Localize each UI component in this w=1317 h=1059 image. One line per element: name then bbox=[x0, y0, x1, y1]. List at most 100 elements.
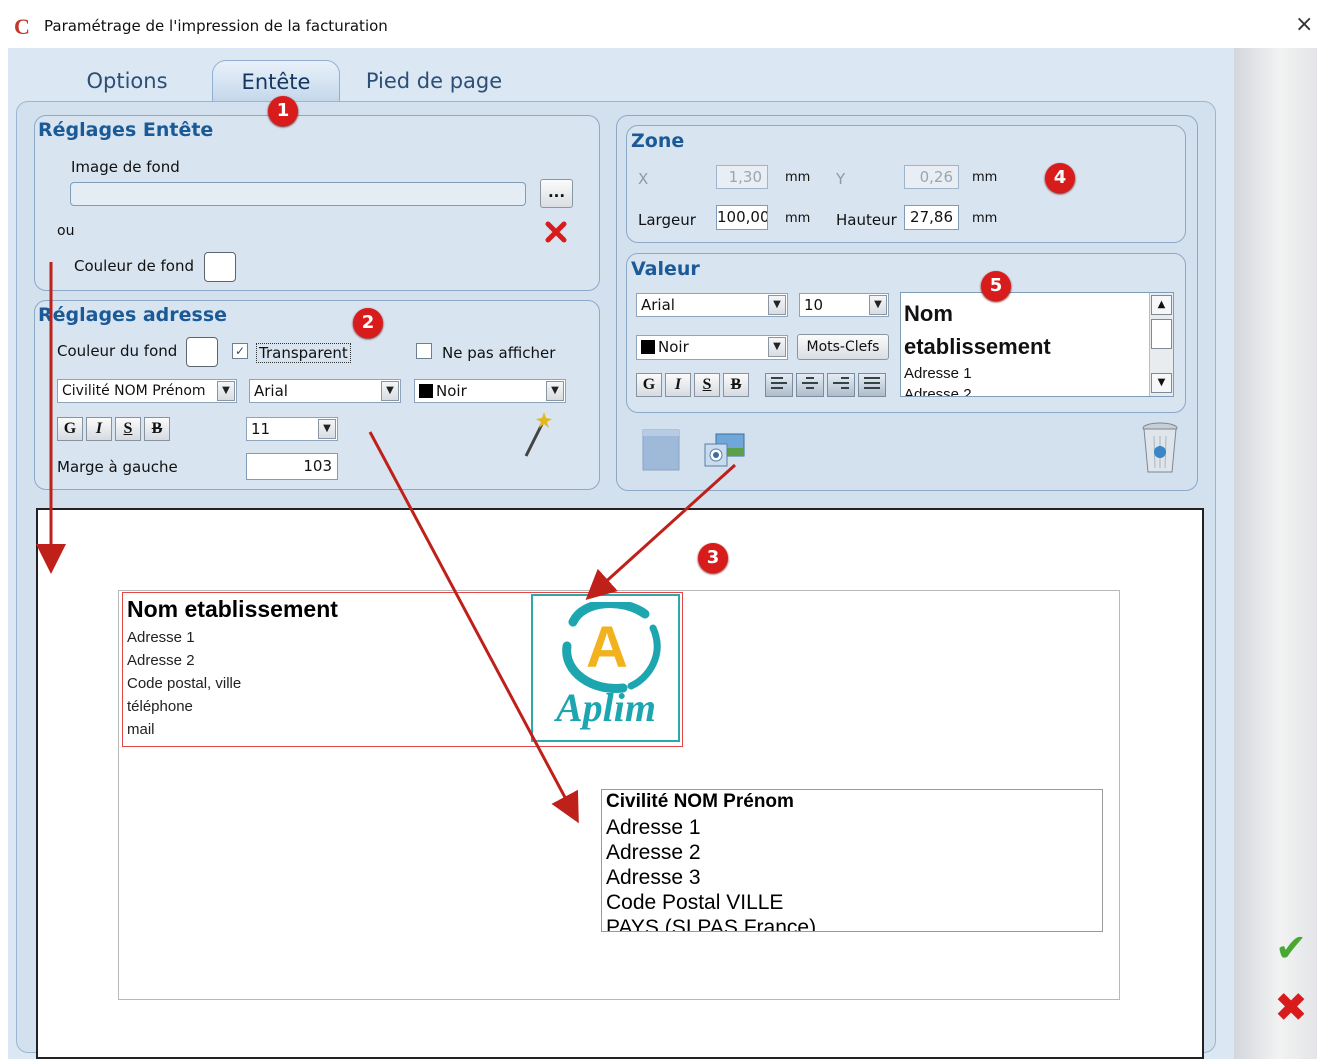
width-label: Largeur bbox=[638, 211, 696, 229]
x-label: X bbox=[638, 170, 649, 188]
left-margin-input[interactable]: 103 bbox=[246, 453, 338, 480]
annotation-badge-3: 3 bbox=[698, 543, 728, 573]
magic-wand-icon[interactable] bbox=[520, 410, 552, 460]
preview-company-name: Nom etablissement bbox=[127, 596, 338, 622]
zone-title: Zone bbox=[631, 130, 685, 152]
align-left-button[interactable] bbox=[765, 373, 793, 397]
value-italic-button[interactable]: I bbox=[665, 373, 691, 397]
address-strike-button[interactable]: B bbox=[144, 417, 170, 441]
value-underline-button[interactable]: S bbox=[694, 373, 720, 397]
browse-image-button[interactable]: ... bbox=[540, 179, 573, 208]
address-color-select[interactable]: Noir ▼ bbox=[414, 379, 566, 403]
annotation-badge-2: 2 bbox=[353, 308, 383, 338]
address-font-select[interactable]: Arial ▼ bbox=[249, 379, 401, 403]
chevron-down-icon: ▼ bbox=[768, 295, 786, 315]
value-line-3: Adresse 1 bbox=[904, 365, 972, 382]
y-unit: mm bbox=[972, 170, 998, 185]
align-right-icon bbox=[828, 377, 854, 389]
validate-check-icon[interactable]: ✔ bbox=[1268, 928, 1314, 968]
align-center-icon bbox=[797, 377, 823, 389]
or-label: ou bbox=[57, 223, 75, 239]
preview-address-line-2: Adresse 1 bbox=[606, 816, 701, 839]
color-swatch-icon bbox=[641, 340, 655, 354]
close-icon[interactable]: × bbox=[1295, 12, 1313, 37]
value-title: Valeur bbox=[631, 258, 700, 280]
y-label: Y bbox=[836, 170, 846, 188]
scroll-down-icon[interactable]: ▼ bbox=[1151, 373, 1172, 393]
add-text-zone-icon[interactable] bbox=[641, 428, 681, 472]
background-image-field[interactable] bbox=[70, 182, 526, 206]
preview-company-line-4: téléphone bbox=[127, 698, 193, 715]
address-font-value: Arial bbox=[254, 382, 288, 400]
action-side-panel bbox=[1234, 48, 1317, 1059]
delete-image-icon[interactable] bbox=[543, 219, 569, 245]
transparent-checkbox[interactable]: ✓ bbox=[232, 343, 248, 359]
company-logo[interactable]: A Aplim bbox=[531, 594, 680, 742]
tab-pied-de-page[interactable]: Pied de page bbox=[358, 60, 510, 102]
address-bg-color-swatch[interactable] bbox=[186, 337, 218, 367]
app-logo-icon: C bbox=[14, 14, 30, 39]
preview-address-line-3: Adresse 2 bbox=[606, 841, 701, 864]
chevron-down-icon: ▼ bbox=[318, 419, 336, 439]
header-bg-color-swatch[interactable] bbox=[204, 252, 236, 282]
value-size-value: 10 bbox=[804, 296, 824, 314]
height-label: Hauteur bbox=[836, 211, 897, 229]
value-scrollbar[interactable]: ▲ ▼ bbox=[1149, 293, 1173, 396]
value-color-select[interactable]: Noir ▼ bbox=[636, 335, 788, 360]
value-line-2: etablissement bbox=[904, 334, 1051, 359]
address-size-value: 11 bbox=[251, 420, 271, 438]
x-input[interactable]: 1,30 bbox=[716, 165, 768, 189]
logo-letter: A bbox=[586, 615, 628, 680]
address-italic-button[interactable]: I bbox=[86, 417, 112, 441]
value-font-select[interactable]: Arial ▼ bbox=[636, 293, 788, 317]
chevron-down-icon: ▼ bbox=[381, 381, 399, 401]
header-bg-color-label: Couleur de fond bbox=[74, 257, 194, 275]
transparent-label: Transparent bbox=[256, 343, 351, 363]
add-image-icon[interactable] bbox=[702, 430, 748, 470]
address-preview-box[interactable]: Civilité NOM Prénom Adresse 1 Adresse 2 … bbox=[601, 789, 1103, 932]
keywords-button[interactable]: Mots-Clefs bbox=[797, 334, 889, 360]
preview-address-line-1: Civilité NOM Prénom bbox=[606, 791, 794, 812]
preview-address-line-6: PAYS (SI PAS France) bbox=[606, 916, 817, 932]
align-justify-icon bbox=[859, 377, 885, 389]
window-title: Paramétrage de l'impression de la factur… bbox=[44, 17, 388, 35]
preview-company-line-2: Adresse 2 bbox=[127, 652, 195, 669]
logo-text: Aplim bbox=[555, 685, 657, 730]
width-unit: mm bbox=[785, 211, 811, 226]
print-settings-window: C Paramétrage de l'impression de la fact… bbox=[0, 0, 1317, 1059]
value-text-area[interactable]: Nom etablissement Adresse 1 Adresse 2 ▲ … bbox=[900, 292, 1174, 397]
address-bold-button[interactable]: G bbox=[57, 417, 83, 441]
chevron-down-icon: ▼ bbox=[768, 337, 786, 357]
preview-company-line-5: mail bbox=[127, 721, 155, 738]
value-font-value: Arial bbox=[641, 296, 675, 314]
address-size-select[interactable]: 11 ▼ bbox=[246, 417, 338, 441]
width-input[interactable]: 100,00 bbox=[716, 205, 768, 230]
cancel-cross-icon[interactable]: ✖ bbox=[1268, 986, 1314, 1030]
tab-options[interactable]: Options bbox=[72, 60, 182, 102]
height-input[interactable]: 27,86 bbox=[904, 205, 959, 230]
align-right-button[interactable] bbox=[827, 373, 855, 397]
hide-address-checkbox[interactable] bbox=[416, 343, 432, 359]
address-field-select[interactable]: Civilité NOM Prénom ▼ bbox=[57, 379, 237, 403]
tab-entete[interactable]: Entête bbox=[212, 60, 340, 102]
height-unit: mm bbox=[972, 211, 998, 226]
annotation-badge-1: 1 bbox=[268, 96, 298, 126]
address-field-value: Civilité NOM Prénom bbox=[62, 383, 206, 399]
chevron-down-icon: ▼ bbox=[869, 295, 887, 315]
background-image-label: Image de fond bbox=[71, 158, 180, 176]
y-input[interactable]: 0,26 bbox=[904, 165, 959, 189]
preview-company-line-1: Adresse 1 bbox=[127, 629, 195, 646]
trash-icon[interactable] bbox=[1140, 420, 1180, 476]
scroll-up-icon[interactable]: ▲ bbox=[1151, 295, 1172, 315]
value-line-1: Nom bbox=[904, 301, 953, 326]
address-settings-title: Réglages adresse bbox=[38, 304, 228, 326]
align-justify-button[interactable] bbox=[858, 373, 886, 397]
align-center-button[interactable] bbox=[796, 373, 824, 397]
value-size-select[interactable]: 10 ▼ bbox=[799, 293, 889, 317]
value-bold-button[interactable]: G bbox=[636, 373, 662, 397]
x-unit: mm bbox=[785, 170, 811, 185]
value-strike-button[interactable]: B bbox=[723, 373, 749, 397]
address-underline-button[interactable]: S bbox=[115, 417, 141, 441]
address-bg-color-label: Couleur du fond bbox=[57, 342, 178, 360]
scroll-thumb[interactable] bbox=[1151, 319, 1172, 349]
